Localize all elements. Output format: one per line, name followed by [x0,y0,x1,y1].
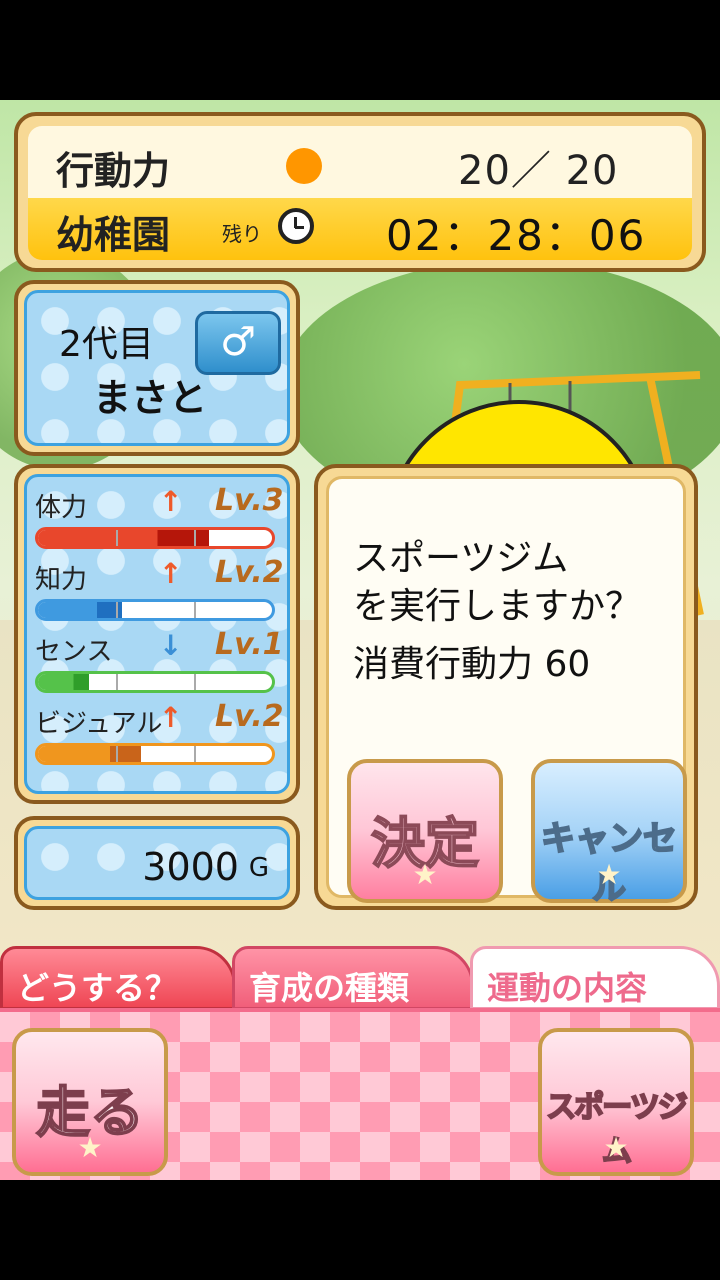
trend-up-icon: ↑ [159,557,183,590]
tab-label: 育成の種類 [249,969,410,1007]
countdown-timer: 02：28：06 [386,211,647,260]
game-screen: 行動力 20／ 20 幼稚園 残り 02：28：06 2代目 ♂ まさと 体力 … [0,100,720,1180]
tab-exercise-content[interactable]: 運動の内容 [470,946,720,1010]
stat-progress-bar [35,671,275,693]
action-points-label: 行動力 [56,149,171,193]
confirm-button[interactable]: 決定 ★ [347,759,503,903]
stat-sense: センス ↓ Lv.1 [35,627,284,703]
trend-up-icon: ↑ [159,701,183,734]
stat-progress-bar [35,527,275,549]
sun-icon [286,148,322,184]
run-button[interactable]: 走る ★ [12,1028,168,1176]
remaining-label: 残り [222,222,262,246]
dialog-cost: 消費行動力 60 [353,644,591,685]
stat-level: Lv.3 [215,483,284,518]
stat-level: Lv.1 [215,627,284,662]
tab-what-to-do[interactable]: どうする？ [0,946,236,1010]
star-icon: ★ [596,858,622,891]
action-points-value: 20／ 20 [458,148,619,194]
money-unit: G [248,853,269,883]
stat-visual: ビジュアル ↑ Lv.2 [35,699,284,775]
character-panel: 2代目 ♂ まさと [14,280,300,456]
action-area: 走る ★ スポーツジム ★ [0,1008,720,1180]
sports-gym-button[interactable]: スポーツジム ★ [538,1028,694,1176]
tab-label: どうする？ [17,969,178,1007]
money-panel: 3000 G [14,816,300,910]
stat-progress-bar [35,743,275,765]
stat-level: Lv.2 [215,555,284,590]
stage-timer-row: 幼稚園 残り 02：28：06 [28,198,692,260]
confirm-dialog: スポーツジム を実行しますか？ 消費行動力 60 決定 ★ キャンセル ★ [314,464,698,910]
character-name: まさと [93,376,208,420]
character-generation: 2代目 [59,324,154,365]
trend-down-icon: ↓ [159,629,183,662]
stats-panel: 体力 ↑ Lv.3 知力 ↑ Lv.2 センス ↓ Lv.1 ビジュアル ↑ L… [14,464,300,804]
dialog-activity-name: スポーツジム [353,538,569,579]
clock-icon [278,208,314,244]
stat-name: センス [35,637,113,667]
male-icon: ♂ [195,311,281,375]
stat-name: 体力 [35,493,88,523]
tab-training-type[interactable]: 育成の種類 [232,946,474,1010]
stat-name: 知力 [35,565,88,595]
cancel-button[interactable]: キャンセル ★ [531,759,687,909]
stat-level: Lv.2 [215,699,284,734]
status-panel: 行動力 20／ 20 幼稚園 残り 02：28：06 [14,112,706,272]
stat-stamina: 体力 ↑ Lv.3 [35,483,284,559]
stat-progress-bar [35,599,275,621]
dialog-question: を実行しますか？ [353,586,642,627]
stat-intelligence: 知力 ↑ Lv.2 [35,555,284,631]
stat-name: ビジュアル [35,709,163,739]
star-icon: ★ [77,1131,103,1164]
tab-label: 運動の内容 [487,969,648,1007]
trend-up-icon: ↑ [159,485,183,518]
tab-bar: どうする？ 育成の種類 運動の内容 [0,946,720,1010]
star-icon: ★ [603,1131,629,1164]
star-icon: ★ [412,858,438,891]
money-value: 3000 [142,845,239,889]
stage-label: 幼稚園 [56,213,171,257]
action-points-row: 行動力 20／ 20 [28,126,692,198]
